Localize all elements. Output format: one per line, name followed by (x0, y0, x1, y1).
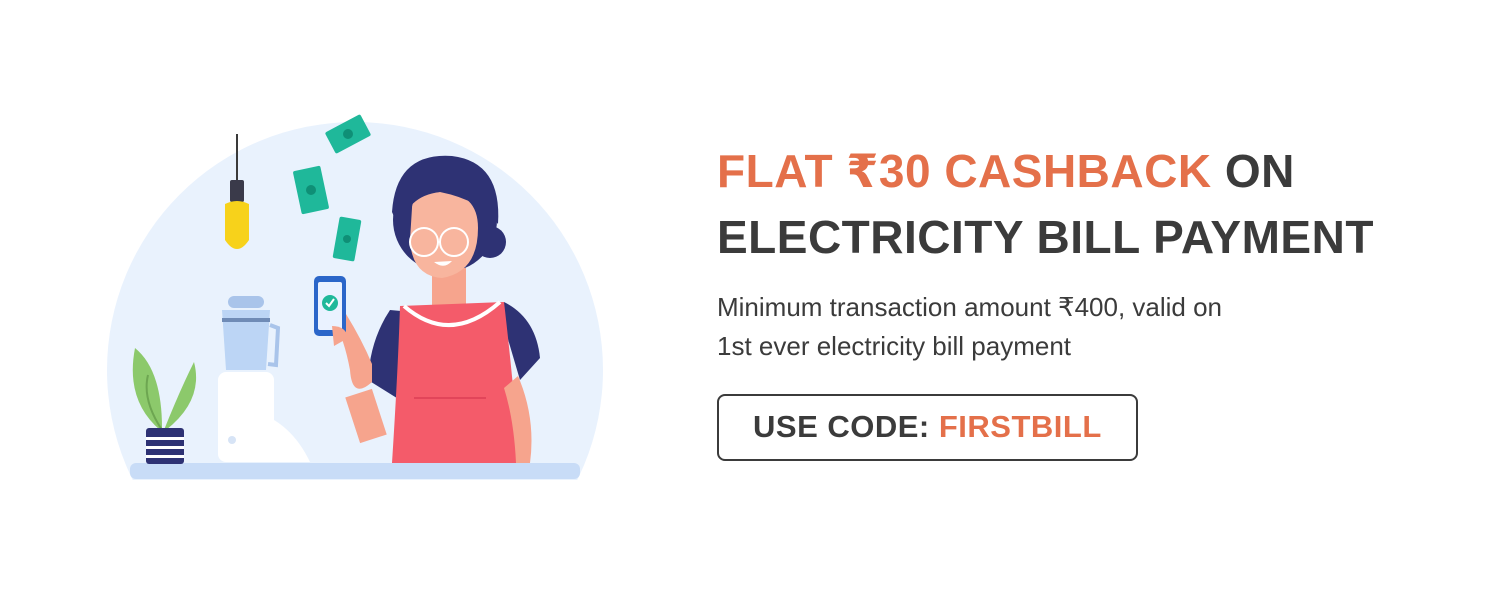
woman-paying-bill-illustration (100, 114, 610, 592)
offer-content: FLAT ₹30 CASHBACK ON ELECTRICITY BILL PA… (717, 138, 1477, 461)
cashback-illustration (100, 100, 610, 592)
phone-check-icon (314, 276, 346, 336)
table-surface (130, 463, 580, 479)
description-line2: 1st ever electricity bill payment (717, 331, 1072, 361)
promo-code-label: USE CODE: (753, 409, 939, 444)
offer-headline: FLAT ₹30 CASHBACK ON ELECTRICITY BILL PA… (717, 138, 1477, 270)
headline-line2: ELECTRICITY BILL PAYMENT (717, 211, 1374, 263)
offer-description: Minimum transaction amount ₹400, valid o… (717, 288, 1297, 366)
promo-code-value: FIRSTBILL (938, 409, 1102, 444)
promo-code-button[interactable]: USE CODE: FIRSTBILL (717, 394, 1138, 461)
description-line1: Minimum transaction amount ₹400, valid o… (717, 292, 1223, 322)
cashback-amount: FLAT ₹30 CASHBACK (717, 145, 1212, 197)
headline-on: ON (1211, 145, 1295, 197)
